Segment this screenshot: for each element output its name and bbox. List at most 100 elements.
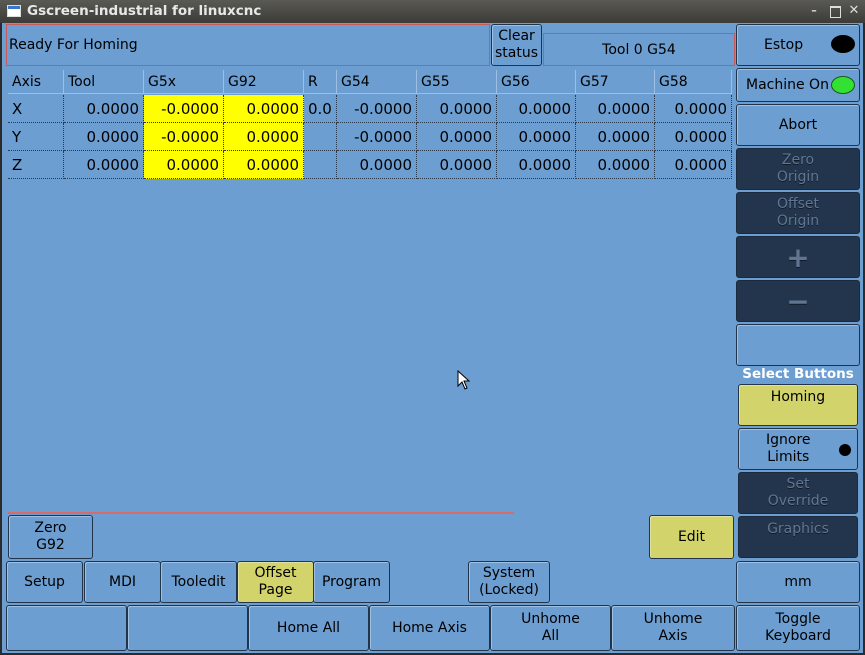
set-override-button[interactable]: Set Override — [738, 472, 858, 514]
dro-cell-z-g5x[interactable]: 0.0000 — [144, 151, 224, 179]
minus-icon: − — [786, 284, 810, 318]
dro-header-tool: Tool — [64, 70, 144, 94]
dro-cell-z-g54[interactable]: 0.0000 — [337, 151, 417, 179]
toggle-keyboard-label: Toggle Keyboard — [765, 611, 831, 644]
setup-button[interactable]: Setup — [6, 561, 83, 603]
offset-page-button[interactable]: Offset Page — [237, 561, 314, 603]
dro-header-g54: G54 — [337, 70, 417, 94]
tooledit-label: Tooledit — [171, 573, 226, 590]
dro-cell-z-g58[interactable]: 0.0000 — [655, 151, 732, 179]
dro-cell-y-g57[interactable]: 0.0000 — [576, 123, 655, 151]
home-all-button[interactable]: Home All — [248, 605, 369, 651]
window-icon — [7, 5, 21, 17]
machine-on-label: Machine On — [746, 76, 829, 93]
offset-origin-button[interactable]: Offset Origin — [736, 192, 860, 234]
dro-cell-z-g92[interactable]: 0.0000 — [224, 151, 304, 179]
dro-header-g58: G58 — [655, 70, 732, 94]
homing-button[interactable]: Homing — [738, 384, 858, 426]
mouse-pointer-icon — [457, 370, 471, 390]
home-all-label: Home All — [276, 619, 341, 636]
dro-cell-x-g56[interactable]: 0.0000 — [497, 95, 576, 123]
maximize-icon[interactable] — [827, 4, 843, 18]
unhome-axis-label: Unhome Axis — [643, 611, 703, 644]
dro-cell-x-g5x[interactable]: -0.0000 — [144, 95, 224, 123]
tooledit-button[interactable]: Tooledit — [160, 561, 237, 603]
abort-button[interactable]: Abort — [736, 104, 860, 146]
home-axis-button[interactable]: Home Axis — [369, 605, 490, 651]
blank-button[interactable] — [736, 324, 860, 366]
plus-icon: + — [786, 240, 810, 274]
dro-cell-z-axis: Z — [8, 151, 64, 179]
dro-cell-z-tool[interactable]: 0.0000 — [64, 151, 144, 179]
minimize-icon[interactable]: – — [806, 4, 822, 18]
zero-g92-label: Zero G92 — [34, 520, 67, 553]
dro-cell-x-g55[interactable]: 0.0000 — [417, 95, 497, 123]
clear-status-button[interactable]: Clear status — [491, 24, 542, 66]
dro-header-r: R — [304, 70, 337, 94]
dro-cell-y-r[interactable] — [304, 123, 337, 151]
tool-info-panel: Tool 0 G54 — [543, 33, 735, 66]
offset-origin-label: Offset Origin — [776, 196, 820, 229]
dro-cell-x-g57[interactable]: 0.0000 — [576, 95, 655, 123]
dro-cell-y-g56[interactable]: 0.0000 — [497, 123, 576, 151]
dro-cell-z-g56[interactable]: 0.0000 — [497, 151, 576, 179]
status-message: Ready For Homing — [9, 37, 138, 53]
dro-cell-x-g58[interactable]: 0.0000 — [655, 95, 732, 123]
status-panel: Ready For Homing — [6, 24, 490, 66]
zero-origin-button[interactable]: Zero Origin — [736, 148, 860, 190]
toggle-keyboard-button[interactable]: Toggle Keyboard — [736, 605, 860, 651]
dro-cell-y-g58[interactable]: 0.0000 — [655, 123, 732, 151]
ignore-limits-label: Ignore Limits — [766, 432, 811, 465]
mdi-button[interactable]: MDI — [84, 561, 161, 603]
dro-cell-z-g57[interactable]: 0.0000 — [576, 151, 655, 179]
homing-label: Homing — [770, 389, 826, 405]
dro-cell-x-g54[interactable]: -0.0000 — [337, 95, 417, 123]
clear-status-label: Clear status — [494, 28, 539, 61]
dro-cell-x-r[interactable]: 0.0 — [304, 95, 337, 123]
dro-cell-y-g55[interactable]: 0.0000 — [417, 123, 497, 151]
system-button[interactable]: System (Locked) — [468, 561, 550, 603]
dro-cell-y-g92[interactable]: 0.0000 — [224, 123, 304, 151]
dro-cell-x-tool[interactable]: 0.0000 — [64, 95, 144, 123]
edit-button[interactable]: Edit — [649, 515, 734, 559]
graphics-label: Graphics — [767, 521, 829, 537]
zero-origin-label: Zero Origin — [776, 152, 820, 185]
home-axis-label: Home Axis — [392, 619, 467, 636]
plus-button[interactable]: + — [736, 236, 860, 278]
window-title: Gscreen-industrial for linuxcnc — [27, 3, 262, 19]
offset-page-label: Offset Page — [254, 565, 297, 598]
dro-header-g57: G57 — [576, 70, 655, 94]
dro-header-g56: G56 — [497, 70, 576, 94]
dro-cell-z-r[interactable] — [304, 151, 337, 179]
units-button[interactable]: mm — [736, 561, 860, 603]
machine-on-indicator-icon — [831, 76, 855, 94]
dro-header-g5x: G5x — [144, 70, 224, 94]
unhome-all-label: Unhome All — [521, 611, 580, 644]
dro-cell-y-g5x[interactable]: -0.0000 — [144, 123, 224, 151]
dro-cell-x-g92[interactable]: 0.0000 — [224, 95, 304, 123]
graphics-button[interactable]: Graphics — [738, 516, 858, 558]
progress-divider — [8, 512, 514, 514]
machine-on-button[interactable]: Machine On — [736, 68, 860, 102]
unhome-axis-button[interactable]: Unhome Axis — [611, 605, 735, 651]
unhome-all-button[interactable]: Unhome All — [490, 605, 611, 651]
dro-header-axis: Axis — [8, 70, 64, 94]
close-icon[interactable]: ✕ — [846, 4, 862, 18]
dro-header-g55: G55 — [417, 70, 497, 94]
program-button[interactable]: Program — [313, 561, 390, 603]
ignore-limits-indicator-icon — [839, 444, 851, 456]
zero-g92-button[interactable]: Zero G92 — [8, 515, 93, 559]
bottom-blank-button-2[interactable] — [127, 605, 248, 651]
bottom-blank-button-1[interactable] — [6, 605, 127, 651]
setup-label: Setup — [24, 573, 65, 590]
program-label: Program — [321, 573, 382, 590]
ignore-limits-button[interactable]: Ignore Limits — [738, 428, 858, 470]
estop-button[interactable]: Estop — [736, 24, 860, 66]
minus-button[interactable]: − — [736, 280, 860, 322]
dro-cell-z-g55[interactable]: 0.0000 — [417, 151, 497, 179]
edit-label: Edit — [677, 528, 706, 545]
tool-info-text: Tool 0 G54 — [602, 42, 676, 58]
mdi-label: MDI — [109, 573, 136, 590]
dro-cell-y-tool[interactable]: 0.0000 — [64, 123, 144, 151]
dro-cell-y-g54[interactable]: -0.0000 — [337, 123, 417, 151]
